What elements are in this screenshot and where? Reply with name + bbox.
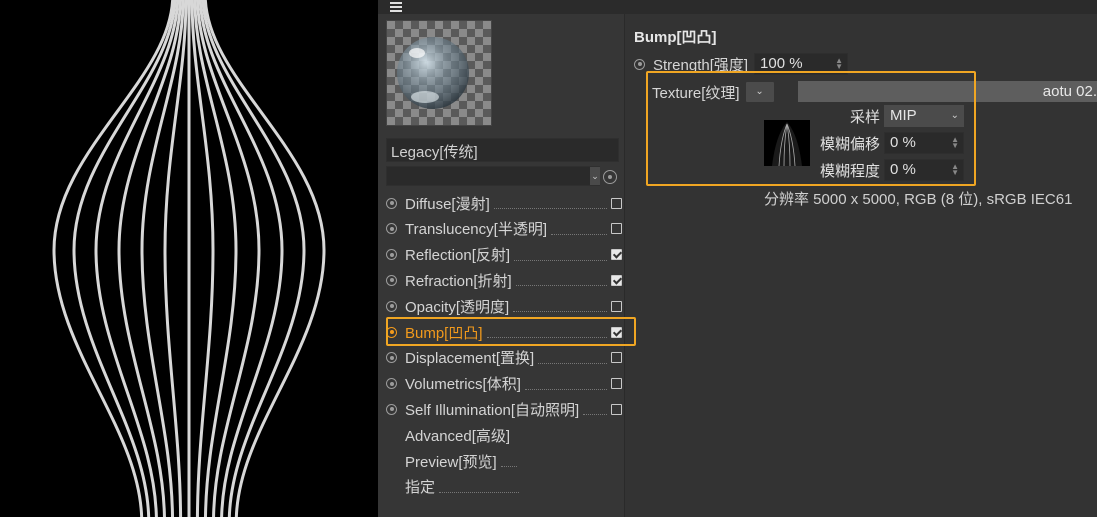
channel-item[interactable]: Volumetrics[体积] bbox=[386, 372, 622, 396]
animate-dot-icon[interactable] bbox=[386, 223, 397, 235]
channel-label: 指定 bbox=[405, 479, 436, 497]
bump-highlight-box bbox=[386, 317, 636, 346]
animate-dot-icon[interactable] bbox=[386, 378, 397, 390]
texture-highlight-box bbox=[646, 71, 976, 186]
animate-dot-icon[interactable] bbox=[386, 249, 397, 261]
curve-line bbox=[163, 0, 188, 517]
chevron-down-icon[interactable]: ⌄ bbox=[590, 167, 600, 185]
material-preview-sphere bbox=[387, 21, 491, 125]
channel-label: Preview[预览] bbox=[405, 453, 497, 471]
animate-dot-icon[interactable] bbox=[386, 274, 397, 286]
preset-combo-box[interactable] bbox=[386, 166, 600, 186]
channel-item[interactable]: Reflection[反射] bbox=[386, 243, 622, 267]
dotted-leader bbox=[500, 455, 517, 467]
channel-checkbox[interactable] bbox=[611, 403, 622, 415]
channel-label: Translucency[半透明] bbox=[405, 221, 547, 239]
bump-lines-render bbox=[52, 0, 326, 517]
panel-topbar bbox=[378, 0, 1097, 14]
hamburger-icon[interactable] bbox=[390, 0, 402, 12]
texture-resolution-info: 分辨率 5000 x 5000, RGB (8 位), sRGB IEC61 bbox=[764, 191, 1073, 208]
channel-label: Reflection[反射] bbox=[405, 247, 511, 265]
dotted-leader bbox=[493, 197, 607, 209]
curve-line bbox=[201, 0, 306, 517]
render-viewport[interactable] bbox=[0, 0, 378, 517]
channel-checkbox[interactable] bbox=[611, 352, 622, 364]
channel-label: Opacity[透明度] bbox=[405, 298, 510, 316]
channel-item[interactable]: Translucency[半透明] bbox=[386, 217, 622, 241]
dotted-leader bbox=[439, 481, 520, 493]
channel-list-column: Legacy[传统] ⌄ Diffuse[漫射] Translucency[半透明… bbox=[378, 14, 636, 517]
channel-label: Self Illumination[自动照明] bbox=[405, 401, 580, 419]
channel-item[interactable]: Displacement[置换] bbox=[386, 346, 622, 370]
channel-item[interactable]: Opacity[透明度] bbox=[386, 294, 622, 318]
channel-checkbox[interactable] bbox=[611, 378, 622, 390]
animate-dot-icon[interactable] bbox=[386, 352, 397, 364]
channel-label: Refraction[折射] bbox=[405, 272, 512, 290]
dotted-leader bbox=[550, 223, 607, 235]
dotted-leader bbox=[515, 274, 607, 287]
channel-item[interactable]: Preview[预览] bbox=[386, 449, 622, 473]
animate-dot-icon[interactable] bbox=[386, 403, 397, 415]
channel-item[interactable]: 指定 bbox=[386, 475, 622, 499]
dotted-leader bbox=[583, 403, 607, 416]
section-title: Bump[凹凸] bbox=[634, 29, 717, 46]
material-preset-field[interactable]: Legacy[传统] bbox=[386, 138, 619, 162]
animate-dot-icon[interactable] bbox=[386, 300, 397, 312]
material-editor-panel: Legacy[传统] ⌄ Diffuse[漫射] Translucency[半透明… bbox=[378, 0, 1097, 517]
channel-item[interactable]: Advanced[高级] bbox=[386, 423, 622, 447]
channel-label: Diffuse[漫射] bbox=[405, 195, 490, 213]
dotted-leader bbox=[513, 300, 607, 313]
animate-dot-icon[interactable] bbox=[634, 58, 645, 70]
channel-label: Displacement[置换] bbox=[405, 350, 535, 368]
curve-line bbox=[190, 0, 215, 517]
curve-line bbox=[72, 0, 177, 517]
channel-item[interactable]: Self Illumination[自动照明] bbox=[386, 397, 622, 421]
channel-item[interactable]: Diffuse[漫射] bbox=[386, 191, 622, 215]
spinner-icon[interactable]: ▲ ▼ bbox=[835, 57, 843, 71]
dotted-leader bbox=[538, 352, 607, 364]
channel-checkbox[interactable] bbox=[611, 300, 622, 312]
material-preview[interactable] bbox=[386, 20, 492, 126]
dotted-leader bbox=[514, 249, 607, 261]
channel-label: Advanced[高级] bbox=[405, 427, 511, 445]
strength-value: 100 % bbox=[760, 55, 803, 72]
channel-item[interactable]: Refraction[折射] bbox=[386, 268, 622, 292]
animate-dot-icon[interactable] bbox=[386, 197, 397, 209]
channel-checkbox[interactable] bbox=[611, 197, 622, 209]
target-icon[interactable] bbox=[603, 170, 617, 184]
channel-checkbox[interactable] bbox=[611, 223, 622, 235]
bump-settings-column: Bump[凹凸] Strength[强度] 100 % ▲ ▼ Texture[纹… bbox=[626, 14, 1097, 517]
dotted-leader bbox=[524, 378, 607, 390]
channel-checkbox[interactable] bbox=[611, 274, 622, 286]
channel-checkbox[interactable] bbox=[611, 249, 622, 261]
channel-label: Volumetrics[体积] bbox=[405, 376, 521, 394]
